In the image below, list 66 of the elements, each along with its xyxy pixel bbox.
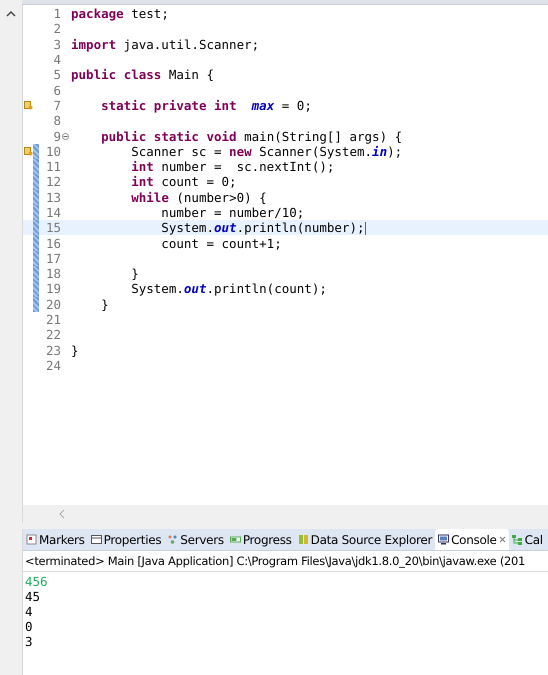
code-line: package test; bbox=[70, 6, 169, 22]
line-number: 2 bbox=[52, 21, 61, 36]
line-number: 9 bbox=[52, 128, 61, 144]
panel-tab[interactable]: Servers bbox=[164, 529, 227, 550]
warning-icon[interactable] bbox=[24, 100, 32, 110]
line-number: 23 bbox=[44, 342, 61, 358]
line-number: 6 bbox=[52, 82, 61, 98]
code-line: import java.util.Scanner; bbox=[70, 36, 260, 52]
line-number: 19 bbox=[44, 281, 61, 296]
panel-tab[interactable]: Properties bbox=[88, 529, 164, 550]
properties-icon bbox=[90, 534, 102, 545]
console-line: 0 bbox=[24, 619, 34, 634]
panel-tab[interactable]: Markers bbox=[23, 529, 88, 550]
line-number: 12 bbox=[44, 174, 61, 190]
line-number: 24 bbox=[44, 358, 61, 373]
code-line: count = count+1; bbox=[160, 236, 282, 251]
line-number: 18 bbox=[44, 266, 61, 282]
line-number: 7 bbox=[52, 98, 61, 113]
line-number: 5 bbox=[52, 67, 61, 82]
warning-icon[interactable] bbox=[24, 146, 32, 156]
code-line: number = number/10; bbox=[160, 205, 304, 220]
line-number: 15 bbox=[44, 220, 61, 236]
code-editor[interactable] bbox=[22, 5, 548, 523]
line-number: 1 bbox=[52, 6, 61, 22]
line-number: 4 bbox=[52, 52, 61, 68]
code-line: int count = 0; bbox=[130, 174, 237, 190]
line-number: 21 bbox=[44, 312, 61, 328]
close-icon[interactable] bbox=[498, 536, 506, 543]
hierarchy-icon bbox=[512, 534, 523, 545]
markers-icon bbox=[26, 534, 37, 545]
line-number: 10 bbox=[44, 144, 61, 159]
line-number: 22 bbox=[44, 327, 61, 342]
code-line: } bbox=[100, 296, 109, 312]
code-line: } bbox=[70, 342, 79, 358]
servers-icon bbox=[167, 534, 178, 545]
code-line: System.out.println(number); bbox=[160, 220, 366, 236]
code-line: } bbox=[130, 266, 139, 282]
line-number: 17 bbox=[44, 250, 61, 266]
console-line: 3 bbox=[24, 634, 34, 649]
console-line: 456 bbox=[24, 574, 49, 589]
code-line: System.out.println(count); bbox=[130, 281, 327, 296]
chevron-up-icon[interactable] bbox=[6, 10, 16, 17]
line-number: 8 bbox=[52, 113, 61, 128]
console-icon bbox=[438, 534, 450, 545]
code-line: int number = sc.nextInt(); bbox=[130, 159, 334, 174]
line-number: 16 bbox=[44, 236, 61, 251]
collapse-icon[interactable] bbox=[62, 132, 69, 140]
code-line: public class Main { bbox=[70, 67, 214, 82]
line-number: 13 bbox=[44, 190, 61, 205]
panel-tab[interactable]: Progress bbox=[226, 529, 295, 550]
line-number: 11 bbox=[44, 159, 61, 174]
code-line: public static void main(String[] args) { bbox=[100, 128, 402, 144]
code-line: Scanner sc = new Scanner(System.in); bbox=[131, 144, 402, 159]
line-number: 3 bbox=[52, 36, 61, 52]
progress-icon bbox=[230, 534, 241, 545]
panel-tab[interactable]: Console bbox=[435, 529, 509, 550]
console-line: 45 bbox=[24, 589, 42, 604]
console-status: <terminated> Main [Java Application] C:\Program Files\Java\jdk1.8.0_20\bin\javaw.exe (201 bbox=[23, 551, 548, 572]
panel-tab[interactable]: Data Source Explorer bbox=[294, 529, 436, 550]
panel-tab[interactable]: Cal bbox=[508, 529, 546, 550]
line-number: 20 bbox=[44, 296, 61, 312]
database-icon bbox=[298, 534, 309, 545]
code-line: while (number>0) { bbox=[130, 190, 267, 205]
line-number: 14 bbox=[44, 205, 61, 220]
console-line: 4 bbox=[24, 604, 34, 619]
code-line: static private int max = 0; bbox=[100, 98, 312, 113]
